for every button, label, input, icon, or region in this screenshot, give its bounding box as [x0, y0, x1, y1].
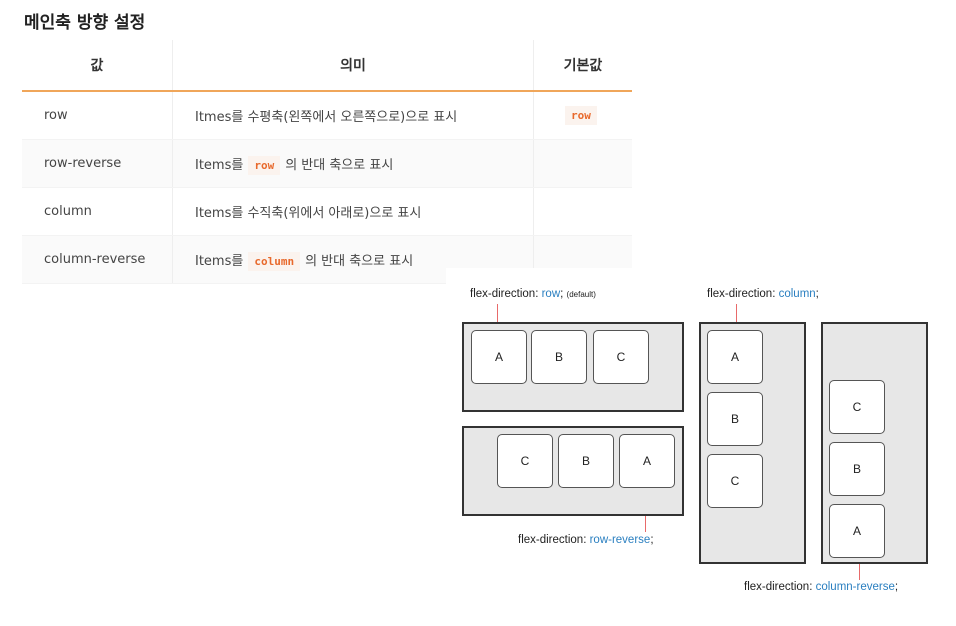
flex-direction-table: 값 의미 기본값 row Itmes를 수평축(왼쪽에서 오른쪽으로)으로 표시… [22, 40, 632, 284]
table-row: column Items를 수직축(위에서 아래로)으로 표시 [22, 187, 632, 236]
flex-item: C [707, 454, 763, 508]
default-code: row [565, 106, 597, 125]
caption-prop: flex-direction: [744, 581, 813, 593]
flex-item: B [558, 434, 614, 488]
caption-suffix: ; [815, 288, 819, 300]
meaning-text: Itmes를 수평축(왼쪽에서 오른쪽으로)으로 표시 [195, 110, 458, 125]
meaning-text-post: 의 반대 축으로 표시 [305, 254, 414, 269]
table-header-row: 값 의미 기본값 [22, 40, 632, 92]
meaning-text-post: 의 반대 축으로 표시 [285, 158, 394, 173]
row-meaning: Items를 수직축(위에서 아래로)으로 표시 [172, 187, 534, 236]
caption-row-reverse: flex-direction: row-reverse; [518, 534, 654, 546]
row-container: A B C [462, 322, 684, 412]
caption-prop: flex-direction: [470, 288, 539, 300]
flex-item: B [707, 392, 763, 446]
flex-direction-diagram: flex-direction: row; (default) flex-dire… [446, 268, 956, 626]
caption-note: (default) [566, 290, 596, 299]
section-heading: 메인축 방향 설정 [24, 13, 146, 33]
flex-item: A [471, 330, 527, 384]
column-reverse-container: C B A [821, 322, 928, 564]
caption-value: column-reverse [815, 581, 895, 593]
header-meaning: 의미 [172, 40, 534, 92]
row-value: row-reverse [22, 139, 173, 188]
caption-prop: flex-direction: [518, 534, 587, 546]
row-value: row [22, 91, 173, 140]
caption-suffix: ; [894, 581, 899, 593]
meaning-code: column [248, 252, 301, 271]
caption-tick [859, 564, 860, 580]
caption-suffix: ; [650, 534, 654, 546]
table-row: row-reverse Items를 row 의 반대 축으로 표시 [22, 139, 632, 188]
flex-item: A [707, 330, 763, 384]
row-default: row [533, 91, 632, 140]
row-meaning: Items를 row 의 반대 축으로 표시 [172, 139, 534, 188]
flex-item: C [497, 434, 553, 488]
caption-prop: flex-direction: [707, 288, 776, 300]
column-container: A B C [699, 322, 806, 564]
table-row: row Itmes를 수평축(왼쪽에서 오른쪽으로)으로 표시 row [22, 91, 632, 140]
caption-row: flex-direction: row; (default) [470, 288, 596, 300]
row-reverse-container: C B A [462, 426, 684, 516]
caption-column: flex-direction: column; [707, 288, 819, 300]
flex-item: A [829, 504, 885, 558]
row-value: column [22, 187, 173, 236]
row-default [533, 187, 632, 236]
flex-item: C [829, 380, 885, 434]
meaning-code: row [248, 156, 281, 175]
caption-tick [497, 304, 498, 322]
flex-item: A [619, 434, 675, 488]
header-value: 값 [22, 40, 173, 92]
meaning-text: Items를 수직축(위에서 아래로)으로 표시 [195, 206, 422, 221]
flex-item: B [531, 330, 587, 384]
flex-item: B [829, 442, 885, 496]
meaning-text: Items를 [195, 254, 244, 269]
caption-suffix: ; [560, 288, 564, 300]
row-default [533, 139, 632, 188]
row-meaning: Itmes를 수평축(왼쪽에서 오른쪽으로)으로 표시 [172, 91, 534, 140]
caption-column-reverse: flex-direction: column-reverse; [744, 581, 898, 593]
row-value: column-reverse [22, 235, 173, 284]
meaning-text: Items를 [195, 158, 244, 173]
flex-item: C [593, 330, 649, 384]
caption-tick [736, 304, 737, 322]
header-default: 기본값 [533, 40, 632, 92]
caption-value: row-reverse [589, 534, 651, 546]
caption-value: column [778, 288, 816, 300]
caption-value: row [541, 288, 561, 300]
caption-tick [645, 516, 646, 532]
